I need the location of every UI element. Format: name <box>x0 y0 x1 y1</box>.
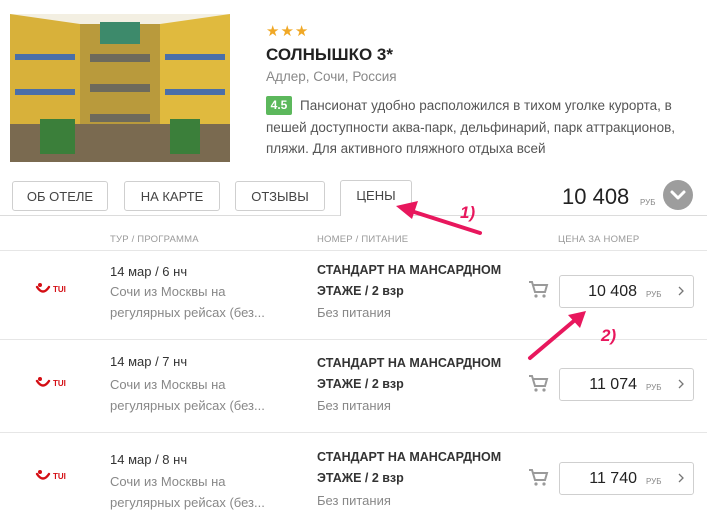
annotation-label-1: 1) <box>460 203 476 222</box>
annotation-label-2: 2) <box>601 326 617 345</box>
annotation-arrows <box>396 201 586 360</box>
annotation-arrow-2 <box>528 318 577 360</box>
annotation-arrowhead-1 <box>396 201 418 219</box>
